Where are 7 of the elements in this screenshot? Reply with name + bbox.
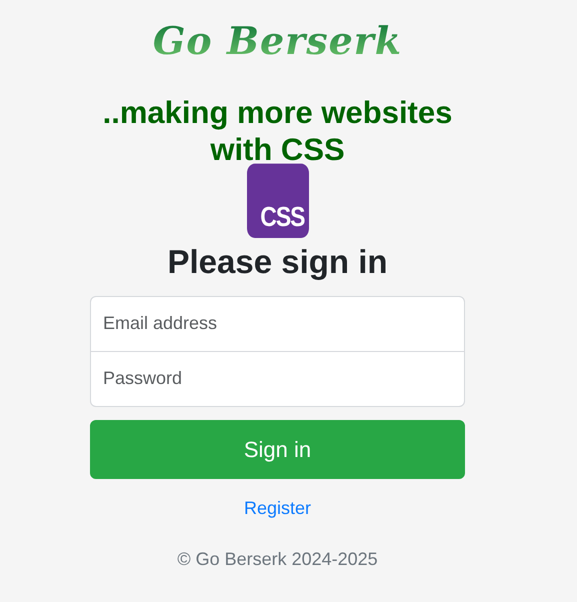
footer-copyright: © Go Berserk 2024-2025 (177, 548, 378, 571)
css-logo: CSS (246, 164, 308, 238)
input-field[interactable]: Email address (90, 296, 465, 352)
sign-in-button[interactable]: Sign in (90, 420, 465, 479)
input-field[interactable]: Password (90, 350, 465, 407)
register-link[interactable]: Register (244, 494, 312, 522)
page-heading: Please sign in (167, 242, 388, 282)
